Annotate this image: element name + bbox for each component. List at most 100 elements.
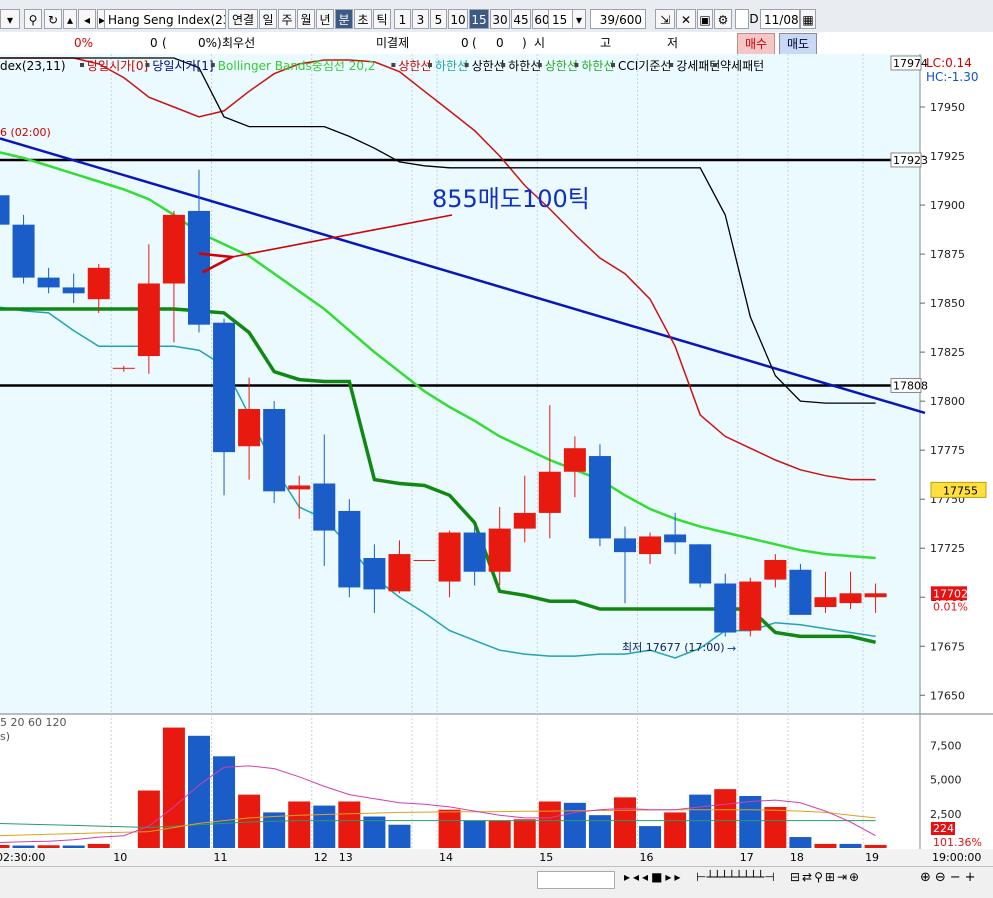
buy-button[interactable]: 매수 <box>737 33 775 55</box>
top-toolbar: ▾ ⚲ ↻ ▴ ◂ ▸ Hang Seng Index(23.1 연결 일주월년… <box>0 0 993 33</box>
minute-button-15[interactable]: 15 <box>469 9 489 29</box>
volume-tick-label: 7,500 <box>930 739 962 752</box>
last-price-value: 17702 <box>933 587 968 600</box>
candle-body <box>438 532 461 582</box>
period-button-4[interactable]: 분 <box>335 9 353 29</box>
scroll-up-icon[interactable]: ▴ <box>63 9 77 29</box>
x-tick-label: 19 <box>865 851 879 864</box>
period-button-5[interactable]: 초 <box>354 9 372 29</box>
top-value: 17974 <box>893 57 928 70</box>
minute-button-3[interactable]: 3 <box>412 9 429 29</box>
date-label-d: D <box>749 12 759 26</box>
period-button-6[interactable]: 틱 <box>373 9 391 29</box>
prev-icon[interactable]: ◂ <box>78 9 96 29</box>
y-tick-label: 17850 <box>930 297 965 310</box>
last-pct-value: 0.01% <box>933 600 968 613</box>
x-tick-label: 15 <box>539 851 553 864</box>
y-tick-label: 17925 <box>930 150 965 163</box>
date-checkbox[interactable] <box>735 9 749 29</box>
period-button-3[interactable]: 년 <box>316 9 334 29</box>
current-price-value: 17755 <box>943 484 978 497</box>
volume-bar <box>789 837 812 848</box>
legend-bullet <box>574 63 579 67</box>
dropdown-arrow-icon[interactable]: ▾ <box>0 9 20 29</box>
search-icon[interactable]: ⚲ <box>24 9 42 29</box>
minute-button-10[interactable]: 10 <box>448 9 468 29</box>
y-tick-label: 17875 <box>930 248 965 261</box>
legend-bullet <box>669 63 674 67</box>
annotation-text: 855매도100틱 <box>432 185 590 213</box>
minute-button-5[interactable]: 5 <box>430 9 447 29</box>
count-input[interactable]: 39/600 <box>590 9 646 29</box>
candle-body <box>614 538 636 553</box>
interval-dropdown-icon[interactable]: ▾ <box>572 9 586 29</box>
volume-bar <box>513 819 536 848</box>
volume-bar <box>87 843 110 848</box>
crosshair-icon[interactable]: ✕ <box>676 9 696 29</box>
link-button[interactable]: 연결 <box>228 9 258 29</box>
candle-body <box>12 224 35 278</box>
minute-button-1[interactable]: 1 <box>394 9 411 29</box>
date-input[interactable]: 11/08 <box>760 9 800 29</box>
y-tick-label: 17800 <box>930 395 965 408</box>
price-panel-bg <box>0 54 920 713</box>
candle-body <box>563 448 586 472</box>
price-chart[interactable]: 17950 17925 17900 17875 17850 17825 17800 17775… <box>0 54 993 866</box>
low-label: 저 <box>667 36 679 50</box>
calendar-icon[interactable]: ▦ <box>800 9 816 29</box>
trend-time-label: 6 (02:00) <box>0 126 51 139</box>
legend-item: 하한선 <box>581 59 614 73</box>
view-icons[interactable]: ⊟⇄⚲⊞⇥⊕ <box>790 870 861 884</box>
y-tick-label: 17950 <box>930 101 965 114</box>
volume-bar <box>864 844 887 848</box>
period-button-0[interactable]: 일 <box>259 9 277 29</box>
gear-icon[interactable]: ⚙ <box>714 9 732 29</box>
minute-button-45[interactable]: 45 <box>511 9 531 29</box>
low-marker-arrow: → <box>727 642 736 655</box>
volume-bar <box>313 805 336 848</box>
legend-item: 하한선 <box>435 59 468 73</box>
legend-item: dex(23,11) <box>0 59 66 73</box>
volume-bar <box>388 824 411 848</box>
open-label: 시 <box>534 36 546 50</box>
zoom-slider[interactable]: ⊢┴┴┴┴┴┴┴┴⊣ <box>696 870 775 884</box>
legend-bullet <box>391 63 396 67</box>
legend-bullet <box>210 63 215 67</box>
legend-bullet <box>145 63 150 67</box>
candle-body <box>87 267 110 300</box>
volume-pct: 101.36% <box>933 836 982 849</box>
candle-body <box>864 593 887 598</box>
candle-body <box>313 483 336 531</box>
zoom-buttons[interactable]: ⊕⊖−+ <box>920 870 980 885</box>
symbol-input[interactable]: Hang Seng Index(23.1 <box>104 9 226 29</box>
period-button-1[interactable]: 주 <box>278 9 296 29</box>
volume-bar <box>614 797 636 848</box>
x-last-label: 19:00:00 <box>932 851 981 864</box>
volume-bar <box>739 796 762 848</box>
sell-button[interactable]: 매도 <box>779 33 817 55</box>
candle-body <box>689 544 712 584</box>
legend-item: 당일시가[0] <box>87 59 148 73</box>
candle-body <box>413 559 436 561</box>
zoom-icon[interactable]: ⇲ <box>655 9 675 29</box>
hc-badge: HC:-1.30 <box>926 70 979 84</box>
order-row: 0% 0 ( 0%) 최우선 미결제 0 ( 0 ) 시 고 저 <box>0 32 993 55</box>
candle-body <box>588 456 611 539</box>
period-button-2[interactable]: 월 <box>297 9 315 29</box>
legend-item: Bollinger Bands중심선 20,2 <box>218 59 376 73</box>
volume-bar <box>488 820 511 848</box>
volume-bar <box>839 843 862 848</box>
scroll-track[interactable] <box>537 871 615 889</box>
candle-body <box>213 322 236 453</box>
candle-body <box>764 559 787 580</box>
volume-bar <box>664 812 687 848</box>
volume-ma-label: 5 20 60 120 <box>0 716 66 729</box>
y-tick-label: 17675 <box>930 640 965 653</box>
minute-button-30[interactable]: 30 <box>490 9 510 29</box>
change-pct: 0% <box>74 36 94 50</box>
save-icon[interactable]: ▣ <box>697 9 713 29</box>
candle-body <box>112 367 135 369</box>
candle-body <box>388 554 411 592</box>
refresh-icon[interactable]: ↻ <box>44 9 62 29</box>
playback-controls[interactable]: ▸◂◂■▸▸ <box>624 870 683 884</box>
